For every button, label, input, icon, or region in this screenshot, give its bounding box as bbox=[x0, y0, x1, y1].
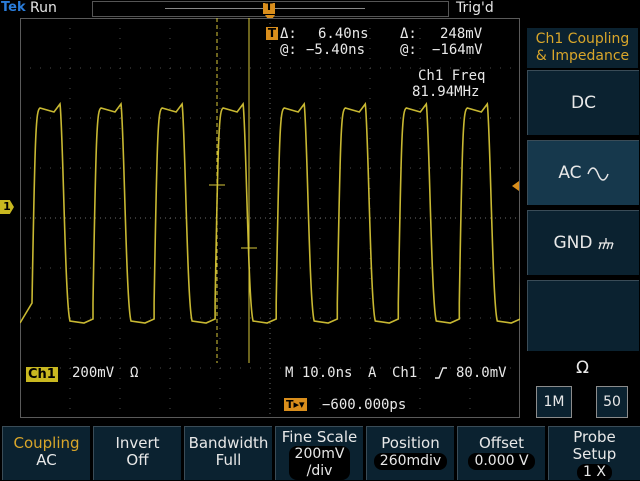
cursor-delta-volt-label: Δ: bbox=[400, 26, 417, 42]
trigger-position-marker: T bbox=[286, 398, 294, 411]
side-item-dc-label: DC bbox=[571, 93, 596, 113]
ground-icon bbox=[597, 237, 614, 249]
probe-setup-label: Setup bbox=[572, 445, 617, 463]
cursor-at-volt-label: @: bbox=[400, 42, 417, 58]
sine-wave-icon bbox=[586, 166, 609, 181]
cursor-delta-time-label: Δ: bbox=[280, 26, 297, 42]
cursor-at-time: −5.40ns bbox=[306, 42, 366, 58]
record-trigger-marker: T bbox=[265, 0, 273, 13]
trigger-position: −600.000ps bbox=[322, 397, 407, 413]
position-button[interactable]: Position 260mdiv bbox=[366, 426, 454, 480]
side-menu-title-line1: Ch1 Coupling bbox=[535, 31, 630, 47]
probe-attenuation: 1 X bbox=[577, 464, 612, 481]
measurement-label: Ch1 Freq bbox=[418, 68, 486, 84]
impedance-label: Ω bbox=[576, 358, 589, 378]
coupling-value: AC bbox=[36, 451, 57, 469]
cursor-delta-volt: 248mV bbox=[440, 26, 483, 42]
record-window: T bbox=[263, 0, 275, 14]
run-state: Run bbox=[30, 0, 57, 16]
trigger-level: 80.0mV bbox=[456, 365, 507, 381]
probe-setup-button[interactable]: Probe Setup 1 X bbox=[548, 426, 640, 481]
coupling-button[interactable]: Coupling AC bbox=[2, 426, 90, 480]
bandwidth-button[interactable]: Bandwidth Full bbox=[184, 426, 272, 480]
invert-title: Invert bbox=[115, 434, 160, 452]
impedance-1m-button[interactable]: 1M bbox=[536, 386, 572, 418]
side-item-empty bbox=[527, 280, 639, 351]
side-item-dc[interactable]: DC bbox=[527, 70, 639, 135]
fine-scale-value: 200mV bbox=[294, 446, 345, 462]
position-value: 260mdiv bbox=[373, 453, 448, 470]
trigger-level-arrow-icon[interactable] bbox=[512, 181, 519, 191]
bandwidth-value: Full bbox=[215, 451, 242, 469]
position-title: Position bbox=[381, 434, 440, 452]
fine-scale-title: Fine Scale bbox=[281, 428, 358, 446]
trigger-mode: A bbox=[368, 365, 377, 381]
offset-value: 0.000 V bbox=[468, 453, 535, 470]
horizontal-scale: M 10.0ns bbox=[285, 365, 353, 381]
side-item-gnd-label: GND bbox=[553, 233, 593, 253]
fine-scale-unit: /div bbox=[306, 463, 333, 479]
cursor-at-time-label: @: bbox=[280, 42, 297, 58]
cursor-at-volt: −164mV bbox=[432, 42, 483, 58]
ch1-badge[interactable]: Ch1 bbox=[26, 367, 58, 382]
side-item-ac-label: AC bbox=[558, 163, 582, 183]
fine-scale-value-pill: 200mV/div bbox=[288, 446, 351, 480]
side-item-ac[interactable]: AC bbox=[527, 140, 639, 205]
coupling-title: Coupling bbox=[13, 434, 80, 452]
invert-value: Off bbox=[126, 451, 149, 469]
trigger-state: Trig'd bbox=[456, 0, 494, 16]
ch1-impedance-icon: Ω bbox=[130, 365, 139, 381]
measurement-value: 81.94MHz bbox=[412, 84, 480, 100]
ch1-ground-indicator[interactable]: 1 bbox=[0, 200, 14, 214]
trigger-source: Ch1 bbox=[392, 365, 418, 381]
ch1-scale: 200mV bbox=[72, 365, 115, 381]
cursor-trigger-icon: T bbox=[266, 26, 278, 40]
fine-scale-button[interactable]: Fine Scale 200mV/div bbox=[275, 426, 363, 480]
impedance-50-button[interactable]: 50 bbox=[596, 386, 628, 418]
probe-title: Probe bbox=[573, 428, 616, 446]
brand-logo: Tek bbox=[1, 0, 26, 15]
offset-button[interactable]: Offset 0.000 V bbox=[457, 426, 545, 480]
offset-title: Offset bbox=[478, 434, 525, 452]
bandwidth-title: Bandwidth bbox=[188, 434, 269, 452]
side-menu-title-line2: & Impedance bbox=[535, 48, 630, 64]
trigger-position-icon: T▸▾ bbox=[284, 398, 307, 411]
side-menu-title: Ch1 Coupling & Impedance bbox=[527, 28, 638, 68]
cursor-delta-time: 6.40ns bbox=[318, 26, 369, 42]
rising-edge-icon bbox=[435, 367, 447, 379]
invert-button[interactable]: Invert Off bbox=[93, 426, 181, 480]
side-item-gnd[interactable]: GND bbox=[527, 210, 639, 275]
